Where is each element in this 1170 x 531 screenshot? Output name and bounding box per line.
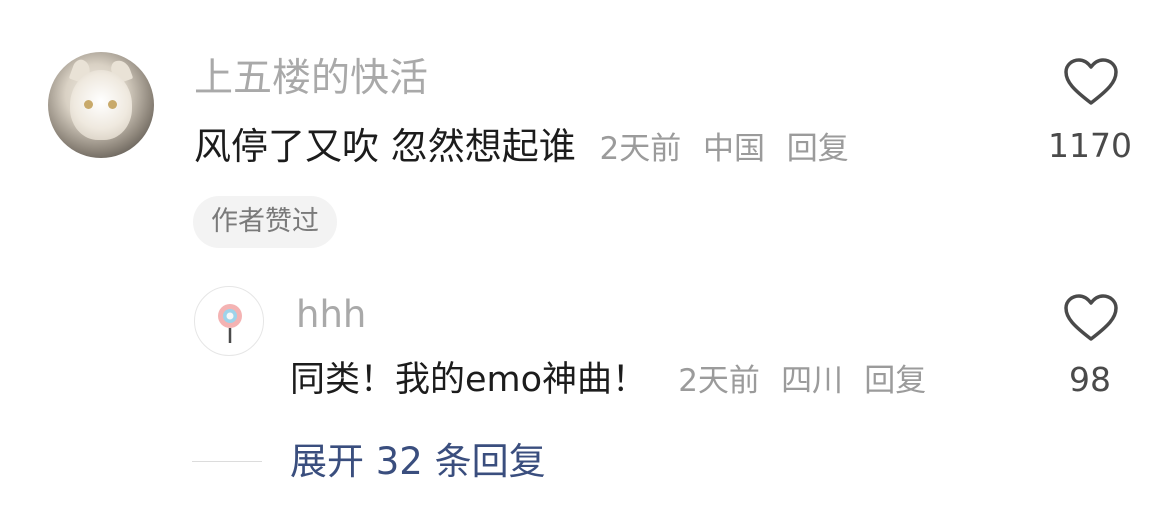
lollipop-icon <box>218 304 242 343</box>
reply-time: 2天前 <box>678 363 760 399</box>
like-button[interactable] <box>1064 58 1118 106</box>
reply-username[interactable]: hhh <box>296 292 366 338</box>
divider <box>192 461 262 462</box>
comment-reply-link[interactable]: 回复 <box>787 131 849 167</box>
reply-like-button[interactable] <box>1064 294 1118 342</box>
reply-location: 四川 <box>781 363 844 399</box>
like-count: 1170 <box>1048 126 1132 165</box>
reply-reply-link[interactable]: 回复 <box>864 363 926 399</box>
expand-replies-link[interactable]: 展开 32 条回复 <box>290 438 546 486</box>
reply-text: 同类！我的emo神曲！ <box>290 360 648 400</box>
heart-icon <box>1064 294 1118 341</box>
avatar[interactable] <box>48 52 154 158</box>
comment-location: 中国 <box>703 131 766 167</box>
comment-username[interactable]: 上五楼的快活 <box>194 55 428 103</box>
reply-avatar[interactable] <box>194 286 264 356</box>
comment-time: 2天前 <box>599 131 682 167</box>
author-liked-badge: 作者赞过 <box>193 196 337 248</box>
reply-like-count: 98 <box>1069 360 1111 399</box>
cat-eye <box>84 100 93 109</box>
cat-eye <box>108 100 117 109</box>
comment-body: 风停了又吹 忽然想起谁 2天前 中国 回复 <box>194 123 849 173</box>
comment-text: 风停了又吹 忽然想起谁 <box>194 125 576 168</box>
reply-body: 同类！我的emo神曲！ 2天前 四川 回复 <box>290 356 926 405</box>
heart-icon <box>1064 58 1118 105</box>
cat-face <box>70 70 132 140</box>
